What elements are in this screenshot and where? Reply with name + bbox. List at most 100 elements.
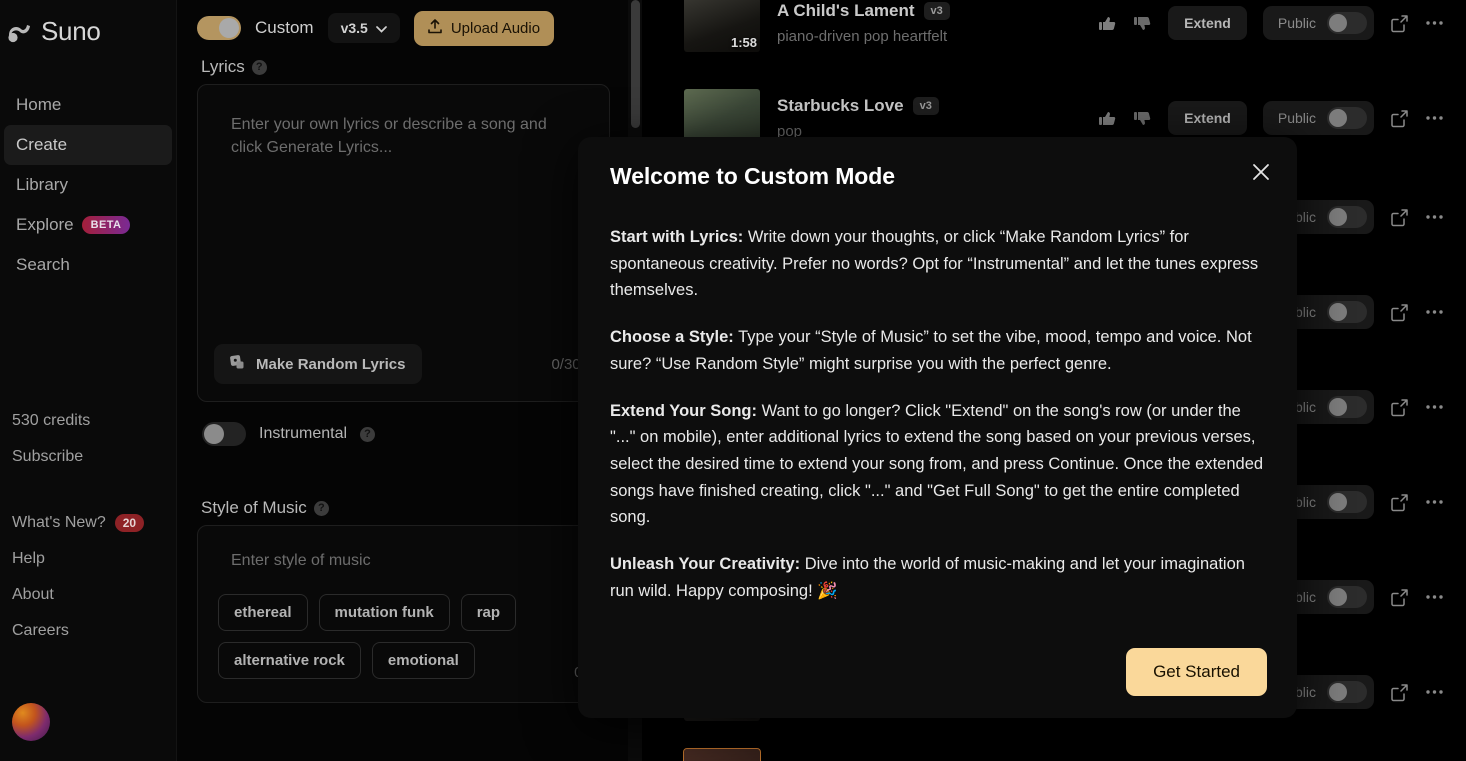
model-version-value: v3.5 xyxy=(340,20,368,36)
whats-new-count: 20 xyxy=(114,514,145,532)
thumbs-down-icon[interactable] xyxy=(1133,14,1152,33)
help-icon[interactable]: ? xyxy=(360,426,376,442)
share-icon[interactable] xyxy=(1390,14,1409,33)
more-options-icon[interactable] xyxy=(1425,499,1444,505)
credits-block: 530 credits Subscribe xyxy=(0,403,176,475)
paragraph-lead: Unleash Your Creativity: xyxy=(610,555,801,574)
help-icon[interactable]: ? xyxy=(313,500,329,516)
model-version-select[interactable]: v3.5 xyxy=(327,13,400,43)
careers-link[interactable]: Careers xyxy=(0,613,176,649)
avatar[interactable] xyxy=(12,703,50,741)
close-icon[interactable] xyxy=(1247,158,1275,186)
public-toggle[interactable]: Public xyxy=(1262,101,1374,135)
custom-mode-toggle[interactable] xyxy=(197,16,241,40)
toggle-switch xyxy=(1327,206,1367,228)
share-icon[interactable] xyxy=(1390,493,1409,512)
table-row[interactable]: 1:58 A Child's Lament v3 piano-driven po… xyxy=(646,0,1466,66)
whats-new-link[interactable]: What's New? 20 xyxy=(0,505,176,541)
toggle-switch xyxy=(1327,12,1367,34)
song-thumbnail[interactable] xyxy=(683,748,761,761)
about-link[interactable]: About xyxy=(0,577,176,613)
thumbs-down-icon[interactable] xyxy=(1133,109,1152,128)
toggle-switch xyxy=(1327,396,1367,418)
help-icon[interactable]: ? xyxy=(251,59,267,75)
song-title: Starbucks Love xyxy=(777,96,904,115)
style-chip[interactable]: ethereal xyxy=(218,594,308,631)
upload-audio-button[interactable]: Upload Audio xyxy=(413,10,555,46)
create-panel: Custom v3.5 Upload Audio Lyrics ? Enter … xyxy=(177,0,630,761)
instrumental-row: Instrumental ? xyxy=(202,422,610,446)
toggle-switch xyxy=(1327,586,1367,608)
toggle-knob xyxy=(219,18,239,38)
public-toggle[interactable]: Public xyxy=(1262,6,1374,40)
more-options-icon[interactable] xyxy=(1425,594,1444,600)
share-icon[interactable] xyxy=(1390,303,1409,322)
upload-audio-label: Upload Audio xyxy=(450,19,541,37)
more-options-icon[interactable] xyxy=(1425,689,1444,695)
paragraph-lead: Start with Lyrics: xyxy=(610,228,744,246)
help-link[interactable]: Help xyxy=(0,541,176,577)
sidebar-item-label: Search xyxy=(16,255,70,274)
more-options-icon[interactable] xyxy=(1425,214,1444,220)
table-row[interactable]: Electric Minds v3.5 xyxy=(646,735,1466,761)
style-input-box[interactable]: Enter style of music ethereal mutation f… xyxy=(197,525,610,703)
sidebar-item-label: Home xyxy=(16,95,62,114)
share-icon[interactable] xyxy=(1390,109,1409,128)
subscribe-link[interactable]: Subscribe xyxy=(0,439,176,475)
song-duration: 1:58 xyxy=(730,35,757,50)
thumbs-up-icon[interactable] xyxy=(1098,109,1117,128)
scrollbar-thumb[interactable] xyxy=(631,0,640,128)
more-options-icon[interactable] xyxy=(1425,20,1444,26)
toggle-switch xyxy=(1327,301,1367,323)
share-icon[interactable] xyxy=(1390,398,1409,417)
sidebar-item-search[interactable]: Search xyxy=(4,245,172,285)
dice-icon xyxy=(230,354,246,374)
paragraph-style: Choose a Style: Type your “Style of Musi… xyxy=(610,324,1265,377)
style-chip[interactable]: rap xyxy=(460,594,517,631)
paragraph-text: Want to go longer? Click "Extend" on the… xyxy=(610,401,1264,527)
lyrics-placeholder: Enter your own lyrics or describe a song… xyxy=(231,116,547,157)
lyrics-field-label: Lyrics ? xyxy=(201,57,610,77)
song-title-row: Starbucks Love v3 xyxy=(777,96,1098,116)
more-options-icon[interactable] xyxy=(1425,115,1444,121)
welcome-modal: Welcome to Custom Mode Start with Lyrics… xyxy=(578,137,1297,718)
sidebar-item-label: Explore xyxy=(16,215,74,234)
sidebar-item-label: Create xyxy=(16,135,68,154)
song-info: Starbucks Love v3 pop xyxy=(777,96,1098,140)
thumbs-up-icon[interactable] xyxy=(1098,14,1117,33)
lyrics-input-box[interactable]: Enter your own lyrics or describe a song… xyxy=(197,84,610,402)
extend-button[interactable]: Extend xyxy=(1168,101,1247,135)
song-actions: Extend Public xyxy=(1098,101,1444,135)
style-label-text: Style of Music xyxy=(201,498,307,517)
toggle-switch xyxy=(1327,107,1367,129)
get-started-button[interactable]: Get Started xyxy=(1126,648,1267,696)
more-options-icon[interactable] xyxy=(1425,309,1444,315)
whats-new-label: What's New? xyxy=(12,514,106,531)
suno-app: Suno Home Create Library Explore BETA Se… xyxy=(0,0,1466,761)
share-icon[interactable] xyxy=(1390,588,1409,607)
style-chip[interactable]: mutation funk xyxy=(318,594,450,631)
song-style: piano-driven pop heartfelt xyxy=(777,28,948,45)
share-icon[interactable] xyxy=(1390,683,1409,702)
make-random-lyrics-button[interactable]: Make Random Lyrics xyxy=(214,344,422,384)
lyrics-label-text: Lyrics xyxy=(201,57,245,76)
sidebar-item-create[interactable]: Create xyxy=(4,125,172,165)
toggle-switch xyxy=(1327,681,1367,703)
instrumental-toggle[interactable] xyxy=(202,422,246,446)
more-options-icon[interactable] xyxy=(1425,404,1444,410)
sidebar-item-library[interactable]: Library xyxy=(4,165,172,205)
brand-logo[interactable]: Suno xyxy=(0,0,176,47)
credits-count: 530 credits xyxy=(12,412,91,429)
toggle-knob xyxy=(204,424,224,444)
page-title: Welcome to Custom Mode xyxy=(610,163,895,189)
extend-button[interactable]: Extend xyxy=(1168,6,1247,40)
sidebar-item-home[interactable]: Home xyxy=(4,85,172,125)
suno-logo-icon xyxy=(8,20,34,44)
style-chip[interactable]: alternative rock xyxy=(218,642,361,679)
song-thumbnail[interactable]: 1:58 xyxy=(684,0,760,52)
share-icon[interactable] xyxy=(1390,208,1409,227)
style-chip[interactable]: emotional xyxy=(371,642,475,679)
sidebar-item-explore[interactable]: Explore BETA xyxy=(4,205,172,245)
public-label: Public xyxy=(1277,15,1316,31)
song-title-row: A Child's Lament v3 xyxy=(777,1,1098,21)
